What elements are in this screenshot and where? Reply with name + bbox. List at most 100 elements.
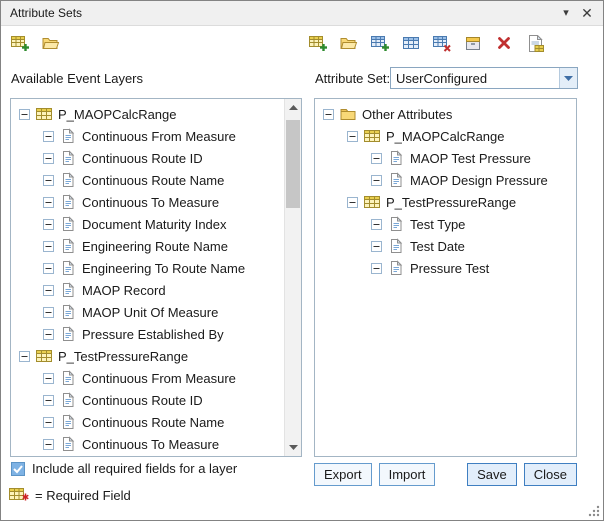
tree-item-continuous-route-id[interactable]: Continuous Route ID (11, 147, 284, 169)
field-icon (60, 194, 78, 210)
scrollbar-thumb[interactable] (286, 120, 300, 208)
tree-item-continuous-route-id[interactable]: Continuous Route ID (11, 389, 284, 411)
checkbox-label: Include all required fields for a layer (32, 461, 237, 476)
tree-item-label: Engineering To Route Name (82, 261, 245, 276)
tree-item-other-attributes[interactable]: Other Attributes (315, 103, 576, 125)
import-button[interactable]: Import (379, 463, 436, 486)
pin-menu-icon[interactable]: ▾ (559, 1, 573, 26)
tree-item-continuous-from-measure[interactable]: Continuous From Measure (11, 367, 284, 389)
expand-minus-icon[interactable] (371, 219, 382, 230)
field-icon (60, 260, 78, 276)
tree-item-pressure-test[interactable]: Pressure Test (315, 257, 576, 279)
close-button[interactable]: Close (524, 463, 577, 486)
expand-minus-icon[interactable] (43, 241, 54, 252)
expand-minus-icon[interactable] (43, 285, 54, 296)
field-icon (60, 150, 78, 166)
export-button[interactable]: Export (314, 463, 372, 486)
delete-icon[interactable] (492, 31, 516, 55)
field-icon (60, 128, 78, 144)
tree-item-maop-record[interactable]: MAOP Record (11, 279, 284, 301)
tree-item-label: Pressure Established By (82, 327, 224, 342)
checkbox-checked-icon[interactable] (11, 462, 25, 476)
table-icon[interactable] (399, 31, 423, 55)
folder-icon (340, 106, 358, 122)
attribute-set-value: UserConfigured (391, 71, 559, 86)
tree-item-p-maopcalcrange[interactable]: P_MAOPCalcRange (315, 125, 576, 147)
tree-item-p-testpressurerange[interactable]: P_TestPressureRange (11, 345, 284, 367)
tree-item-continuous-to-measure[interactable]: Continuous To Measure (11, 191, 284, 213)
tree-item-continuous-route-name[interactable]: Continuous Route Name (11, 411, 284, 433)
expand-minus-icon[interactable] (371, 153, 382, 164)
attribute-set-dropdown[interactable]: UserConfigured (390, 67, 578, 89)
chevron-down-icon[interactable] (559, 68, 577, 88)
tree-item-label: Continuous Route ID (82, 393, 203, 408)
scroll-down-icon[interactable] (285, 439, 301, 456)
expand-minus-icon[interactable] (43, 175, 54, 186)
tree-item-label: P_MAOPCalcRange (386, 129, 505, 144)
tree-item-engineering-route-name[interactable]: Engineering Route Name (11, 235, 284, 257)
include-required-fields-checkbox[interactable]: Include all required fields for a layer (11, 461, 237, 476)
resize-grip[interactable] (587, 504, 600, 517)
tree-item-label: Other Attributes (362, 107, 452, 122)
scroll-up-icon[interactable] (285, 99, 301, 116)
new-attribute-set-icon[interactable] (8, 31, 32, 55)
field-icon (60, 370, 78, 386)
expand-minus-icon[interactable] (371, 175, 382, 186)
tree-item-label: Continuous To Measure (82, 195, 219, 210)
expand-minus-icon[interactable] (19, 351, 30, 362)
tree-item-pressure-established-by[interactable]: Pressure Established By (11, 323, 284, 345)
expand-minus-icon[interactable] (43, 395, 54, 406)
remove-table-icon[interactable] (430, 31, 454, 55)
required-field-label: = Required Field (35, 488, 131, 503)
tree-item-document-maturity-index[interactable]: Document Maturity Index (11, 213, 284, 235)
expand-minus-icon[interactable] (43, 219, 54, 230)
attribute-set-tree: Other Attributes P_MAOPCalcRange MAOP Test… (315, 103, 576, 279)
tree-item-p-maopcalcrange[interactable]: P_MAOPCalcRange (11, 103, 284, 125)
expand-minus-icon[interactable] (43, 329, 54, 340)
expand-minus-icon[interactable] (43, 373, 54, 384)
tree-item-engineering-to-route-name[interactable]: Engineering To Route Name (11, 257, 284, 279)
expand-minus-icon[interactable] (43, 417, 54, 428)
close-icon[interactable]: ✕ (579, 1, 595, 26)
field-icon (60, 436, 78, 452)
field-icon (388, 216, 406, 232)
expand-minus-icon[interactable] (347, 197, 358, 208)
expand-minus-icon[interactable] (43, 131, 54, 142)
tree-item-p-testpressurerange[interactable]: P_TestPressureRange (315, 191, 576, 213)
add-table-icon[interactable] (368, 31, 392, 55)
tree-item-continuous-route-name[interactable]: Continuous Route Name (11, 169, 284, 191)
expand-minus-icon[interactable] (371, 241, 382, 252)
expand-minus-icon[interactable] (371, 263, 382, 274)
tree-item-label: MAOP Test Pressure (410, 151, 531, 166)
tree-item-maop-design-pressure[interactable]: MAOP Design Pressure (315, 169, 576, 191)
tree-item-maop-unit-of-measure[interactable]: MAOP Unit Of Measure (11, 301, 284, 323)
available-layers-tree: P_MAOPCalcRangeContinuous From MeasureCo… (11, 103, 284, 455)
report-icon[interactable] (523, 31, 547, 55)
field-icon (60, 172, 78, 188)
tree-item-continuous-from-measure[interactable]: Continuous From Measure (11, 125, 284, 147)
toolbar-right-group (306, 31, 547, 55)
expand-minus-icon[interactable] (43, 307, 54, 318)
expand-minus-icon[interactable] (43, 439, 54, 450)
tree-item-label: Continuous To Measure (82, 437, 219, 452)
save-set-icon[interactable] (461, 31, 485, 55)
open-folder-icon[interactable] (337, 31, 361, 55)
expand-minus-icon[interactable] (43, 153, 54, 164)
save-button[interactable]: Save (467, 463, 517, 486)
expand-minus-icon[interactable] (19, 109, 30, 120)
table-icon (36, 106, 54, 122)
titlebar[interactable]: Attribute Sets ▾ ✕ (1, 1, 603, 26)
tree-item-maop-test-pressure[interactable]: MAOP Test Pressure (315, 147, 576, 169)
expand-minus-icon[interactable] (347, 131, 358, 142)
table-icon (364, 194, 382, 210)
expand-minus-icon[interactable] (43, 263, 54, 274)
tree-item-test-date[interactable]: Test Date (315, 235, 576, 257)
tree-item-test-type[interactable]: Test Type (315, 213, 576, 235)
field-icon (388, 172, 406, 188)
tree-item-continuous-to-measure[interactable]: Continuous To Measure (11, 433, 284, 455)
vertical-scrollbar[interactable] (284, 99, 301, 456)
open-attribute-set-icon[interactable] (39, 31, 63, 55)
add-event-layer-icon[interactable] (306, 31, 330, 55)
expand-minus-icon[interactable] (323, 109, 334, 120)
expand-minus-icon[interactable] (43, 197, 54, 208)
